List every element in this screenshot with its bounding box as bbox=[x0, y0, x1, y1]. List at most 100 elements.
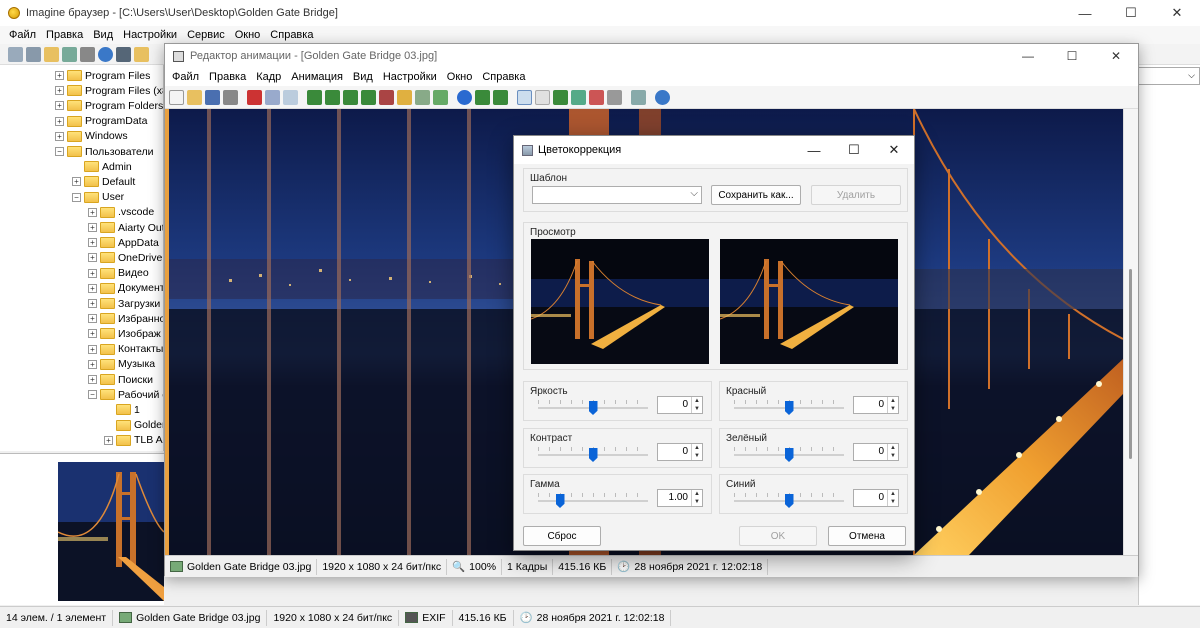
collapse-icon[interactable]: − bbox=[72, 192, 81, 202]
help-icon[interactable] bbox=[655, 89, 670, 105]
tree-item[interactable]: + ProgramData bbox=[55, 114, 147, 129]
optimize-icon[interactable] bbox=[433, 89, 448, 105]
cancel-button[interactable]: Отмена bbox=[828, 526, 906, 546]
expand-icon[interactable]: + bbox=[88, 253, 97, 263]
anim-menu-file[interactable]: Файл bbox=[167, 71, 204, 83]
tree-item[interactable]: +Admin bbox=[72, 159, 132, 174]
dialog-maximize-button[interactable]: ☐ bbox=[834, 136, 874, 164]
collapse-icon[interactable]: − bbox=[88, 390, 97, 400]
slider-thumb[interactable] bbox=[784, 448, 794, 462]
frame-props-icon[interactable] bbox=[379, 89, 394, 105]
frame-effect-icon[interactable] bbox=[397, 89, 412, 105]
adjust-spinbox[interactable]: 1.00 ▲ ▼ bbox=[657, 489, 703, 507]
adjust-slider[interactable] bbox=[538, 447, 648, 463]
slider-thumb[interactable] bbox=[588, 448, 598, 462]
adjust-slider[interactable] bbox=[734, 493, 844, 509]
dialog-minimize-button[interactable]: — bbox=[794, 136, 834, 164]
save-as-button[interactable]: Сохранить как... bbox=[711, 185, 801, 205]
expand-icon[interactable]: + bbox=[88, 223, 97, 232]
tree-item[interactable]: + Загрузки bbox=[88, 296, 160, 311]
slider-thumb[interactable] bbox=[784, 494, 794, 508]
adjust-spinbox[interactable]: 0 ▲ ▼ bbox=[853, 396, 899, 414]
anim-minimize-button[interactable]: — bbox=[1006, 44, 1050, 68]
expand-icon[interactable]: + bbox=[88, 268, 97, 278]
resize-icon[interactable] bbox=[415, 89, 430, 105]
vertical-scrollbar[interactable] bbox=[1123, 109, 1138, 555]
paste-icon[interactable] bbox=[283, 89, 298, 105]
adjust-spinbox[interactable]: 0 ▲ ▼ bbox=[853, 489, 899, 507]
anim-close-button[interactable]: ✕ bbox=[1094, 44, 1138, 68]
image-icon[interactable] bbox=[553, 89, 568, 105]
expand-icon[interactable]: + bbox=[88, 314, 97, 324]
menu-service[interactable]: Сервис bbox=[182, 29, 230, 41]
tree-item[interactable]: + OneDrive bbox=[88, 250, 162, 265]
tree-item[interactable]: + .vscode bbox=[88, 205, 154, 220]
tree-item[interactable]: + Документ bbox=[88, 281, 163, 296]
tree-item[interactable]: + Избранно bbox=[88, 311, 163, 326]
open-icon[interactable] bbox=[187, 89, 202, 105]
tree-item[interactable]: + Поиски bbox=[88, 372, 153, 387]
minimize-button[interactable]: — bbox=[1062, 0, 1108, 26]
open-folder-icon[interactable] bbox=[44, 46, 59, 62]
export-icon[interactable] bbox=[475, 89, 490, 105]
thumbnail-image[interactable] bbox=[58, 462, 164, 601]
adjust-spinbox[interactable]: 0 ▲ ▼ bbox=[657, 396, 703, 414]
anim-menu-window[interactable]: Окно bbox=[442, 71, 478, 83]
tree-item[interactable]: − Рабочий с bbox=[88, 387, 163, 402]
spin-arrows-icon[interactable]: ▲ ▼ bbox=[887, 490, 898, 506]
tree-item[interactable]: +1 bbox=[104, 402, 140, 417]
adjust-slider[interactable] bbox=[538, 493, 648, 509]
tree-item[interactable]: + Program Files bbox=[55, 68, 150, 83]
spin-arrows-icon[interactable]: ▲ ▼ bbox=[691, 444, 702, 460]
expand-icon[interactable]: + bbox=[55, 86, 64, 96]
import-icon[interactable] bbox=[493, 89, 508, 105]
expand-icon[interactable]: + bbox=[88, 238, 97, 248]
print-icon[interactable] bbox=[80, 46, 95, 62]
adjust-slider[interactable] bbox=[734, 447, 844, 463]
adjust-spinbox[interactable]: 0 ▲ ▼ bbox=[853, 443, 899, 461]
tree-item[interactable]: − Пользователи bbox=[55, 144, 154, 159]
ok-button[interactable]: OK bbox=[739, 526, 817, 546]
expand-icon[interactable]: + bbox=[55, 116, 64, 126]
tree-item[interactable]: + Program Folders bbox=[55, 98, 163, 113]
tree-item[interactable]: + TLB Ai bbox=[104, 433, 163, 448]
expand-icon[interactable]: + bbox=[55, 101, 64, 111]
tree-item[interactable]: + Изображ bbox=[88, 326, 161, 341]
spin-arrows-icon[interactable]: ▲ ▼ bbox=[691, 397, 702, 413]
tree-item[interactable]: + Видео bbox=[88, 266, 149, 281]
expand-icon[interactable]: + bbox=[88, 207, 97, 217]
expand-icon[interactable]: + bbox=[88, 329, 97, 339]
frame-delete-icon[interactable] bbox=[361, 89, 376, 105]
adjust-slider[interactable] bbox=[538, 400, 648, 416]
tree-item[interactable]: + Windows bbox=[55, 129, 128, 144]
anim-menu-settings[interactable]: Настройки bbox=[378, 71, 442, 83]
anim-maximize-button[interactable]: ☐ bbox=[1050, 44, 1094, 68]
frame-insert-icon[interactable] bbox=[325, 89, 340, 105]
dialog-close-button[interactable]: ✕ bbox=[874, 136, 914, 164]
tree-item[interactable]: +Golden bbox=[104, 418, 163, 433]
tree-item[interactable]: − User bbox=[72, 190, 124, 205]
address-combo[interactable]: ⌵ bbox=[1138, 67, 1200, 85]
template-select[interactable]: ⌵ bbox=[532, 186, 702, 204]
menu-edit[interactable]: Правка bbox=[41, 29, 88, 41]
adjust-spinbox[interactable]: 0 ▲ ▼ bbox=[657, 443, 703, 461]
view-window-icon[interactable] bbox=[517, 89, 532, 105]
slider-thumb[interactable] bbox=[784, 401, 794, 415]
new-folder-icon[interactable] bbox=[134, 46, 149, 62]
reset-button[interactable]: Сброс bbox=[523, 526, 601, 546]
expand-icon[interactable]: + bbox=[88, 359, 97, 369]
tree-item[interactable]: + Контакты bbox=[88, 342, 163, 357]
frame-duplicate-icon[interactable] bbox=[343, 89, 358, 105]
delete-button[interactable]: Удалить bbox=[811, 185, 901, 205]
gallery-icon[interactable] bbox=[62, 46, 77, 62]
camera-icon[interactable] bbox=[116, 46, 131, 62]
menu-help[interactable]: Справка bbox=[265, 29, 318, 41]
cut-icon[interactable] bbox=[247, 89, 262, 105]
spin-arrows-icon[interactable]: ▲ ▼ bbox=[887, 444, 898, 460]
tree-item[interactable]: + Program Files (x8 bbox=[55, 83, 163, 98]
anim-menu-frame[interactable]: Кадр bbox=[251, 71, 286, 83]
zoom-in-icon[interactable] bbox=[571, 89, 586, 105]
save-icon[interactable] bbox=[205, 89, 220, 105]
copy-icon[interactable] bbox=[265, 89, 280, 105]
spin-arrows-icon[interactable]: ▲ ▼ bbox=[691, 490, 702, 506]
